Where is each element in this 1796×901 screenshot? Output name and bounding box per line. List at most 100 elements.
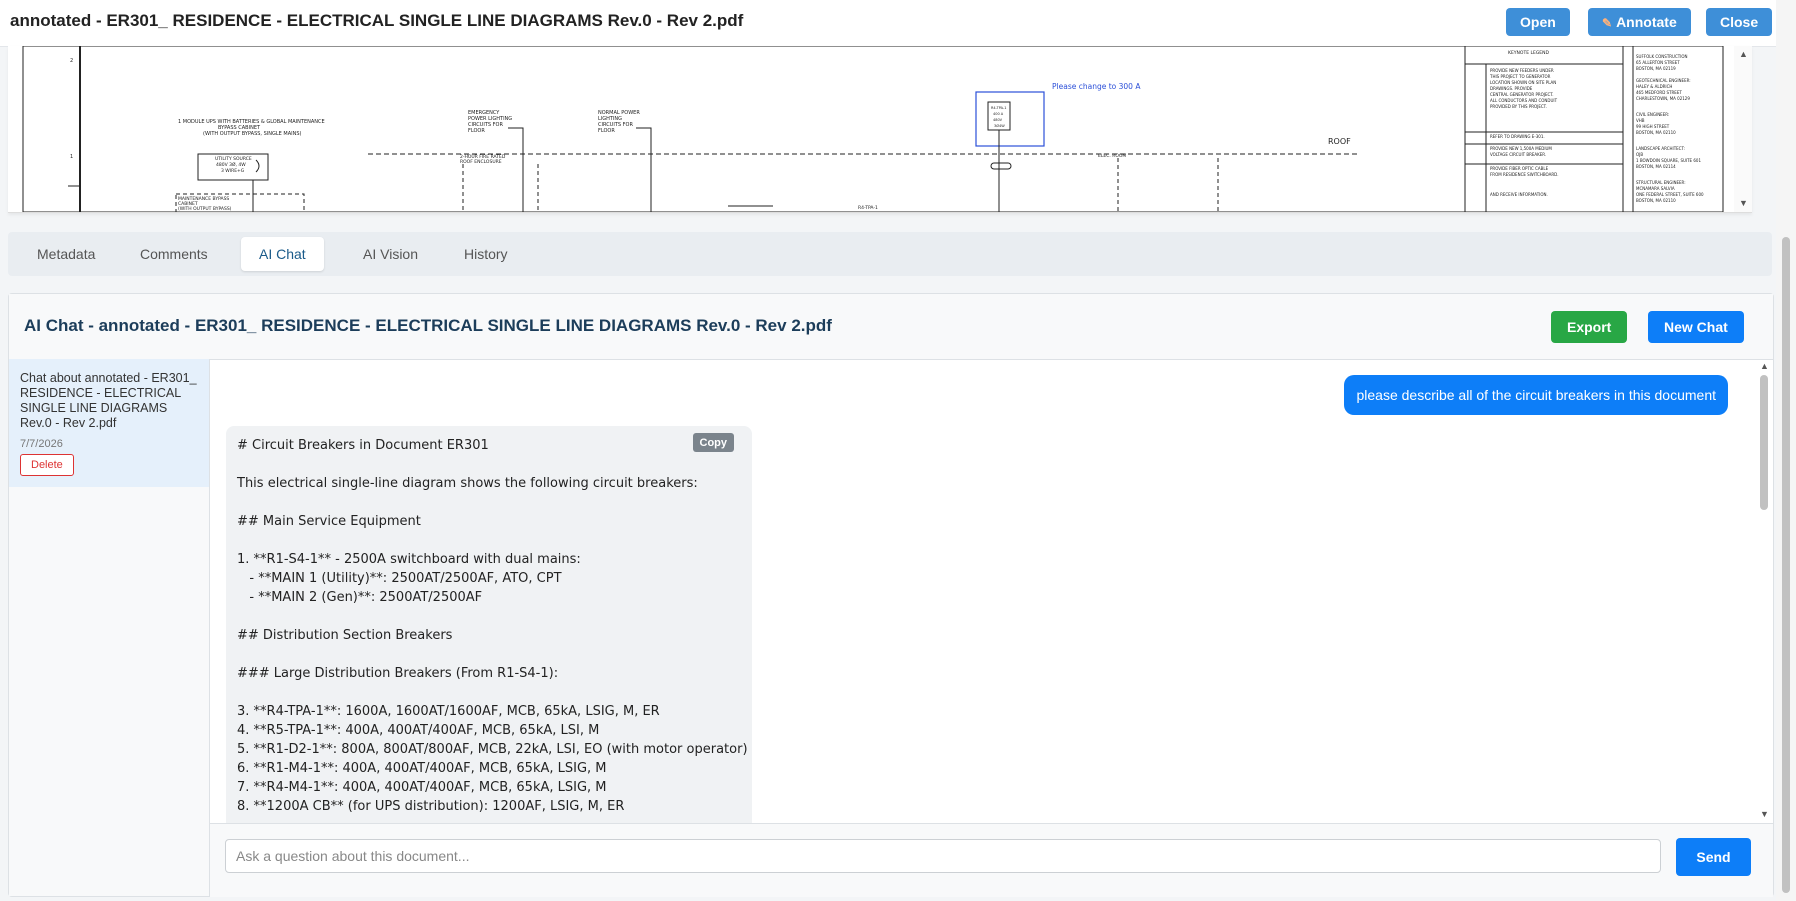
pencil-icon: ✎ [1602, 16, 1613, 30]
tab-history[interactable]: History [446, 237, 526, 271]
svg-text:65 ALLERTON STREET: 65 ALLERTON STREET [1636, 60, 1680, 65]
annotation-note: Please change to 300 A [1052, 82, 1141, 91]
svg-text:ALL CONDUCTORS AND CONDUIT: ALL CONDUCTORS AND CONDUIT [1490, 98, 1558, 103]
svg-text:ROOF ENCLOSURE: ROOF ENCLOSURE [460, 159, 502, 165]
single-line-diagram-drawing: 2 1 1 MODULE UPS WITH BATTERIES & GLOBAL… [22, 46, 1724, 212]
ai-message-line: 5. **R1-D2-1**: 800A, 800AT/800AF, MCB, … [237, 742, 748, 757]
tab-bar: Metadata Comments AI Chat AI Vision Hist… [8, 232, 1772, 276]
tab-metadata[interactable]: Metadata [19, 237, 113, 271]
ai-message-line [237, 455, 737, 474]
page-scrollbar[interactable] [1776, 0, 1796, 901]
ai-message-line [237, 607, 737, 626]
ai-message-line [237, 531, 737, 550]
ai-message-line [237, 645, 737, 664]
svg-text:AND RECEIVE INFORMATION.: AND RECEIVE INFORMATION. [1490, 192, 1548, 197]
svg-text:LOCATION SHOWN ON SITE PLAN: LOCATION SHOWN ON SITE PLAN [1490, 80, 1556, 85]
svg-text:GEOTECHNICAL ENGINEER:: GEOTECHNICAL ENGINEER: [1636, 78, 1691, 83]
preview-scrollbar[interactable]: ▲ ▼ [1734, 46, 1752, 212]
pdf-preview[interactable]: 2 1 1 MODULE UPS WITH BATTERIES & GLOBAL… [8, 46, 1752, 213]
annotate-button-label: Annotate [1616, 14, 1677, 30]
chat-session-item[interactable]: Chat about annotated - ER301_ RESIDENCE … [9, 359, 209, 487]
svg-text:PROVIDE FIBER OPTIC CABLE: PROVIDE FIBER OPTIC CABLE [1490, 166, 1549, 171]
svg-text:R4-TPA-1: R4-TPA-1 [991, 106, 1006, 110]
svg-text:CHARLESTOWN, MA 02129: CHARLESTOWN, MA 02129 [1636, 96, 1690, 101]
svg-text:FLOOR: FLOOR [468, 128, 485, 134]
svg-text:99 HIGH STREET: 99 HIGH STREET [1636, 124, 1670, 129]
chevron-down-icon[interactable]: ▼ [1739, 198, 1748, 208]
session-title: Chat about annotated - ER301_ RESIDENCE … [20, 371, 197, 430]
svg-text:ONE FEDERAL STREET, SUITE 600: ONE FEDERAL STREET, SUITE 600 [1636, 192, 1704, 197]
chat-session-sidebar: Chat about annotated - ER301_ RESIDENCE … [9, 359, 210, 896]
ai-message-line: ## Main Service Equipment [237, 514, 421, 529]
svg-text:480V: 480V [993, 118, 1003, 122]
svg-text:(WITH OUTPUT BYPASS, SINGLE MA: (WITH OUTPUT BYPASS, SINGLE MAINS) [203, 131, 302, 137]
chat-title: AI Chat - annotated - ER301_ RESIDENCE -… [24, 316, 832, 335]
close-button-label: Close [1720, 14, 1759, 30]
ai-message-line: 3. **R4-TPA-1**: 1600A, 1600AT/1600AF, M… [237, 704, 660, 719]
roof-label: ROOF [1328, 137, 1351, 146]
svg-text:HALEY & ALDRICH: HALEY & ALDRICH [1636, 84, 1672, 89]
svg-text:OJB: OJB [1636, 152, 1643, 157]
user-message: please describe all of the circuit break… [1344, 375, 1728, 415]
ai-message: Copy # Circuit Breakers in Document ER30… [226, 426, 752, 823]
chat-input-bar: Send [210, 823, 1773, 897]
svg-text:1 BOWDOIN SQUARE, SUITE 601: 1 BOWDOIN SQUARE, SUITE 601 [1636, 158, 1701, 163]
open-button[interactable]: Open [1506, 8, 1570, 36]
ai-message-line: 4. **R5-TPA-1**: 400A, 400AT/400AF, MCB,… [237, 723, 600, 738]
new-chat-button[interactable]: New Chat [1648, 311, 1744, 343]
open-button-label: Open [1520, 14, 1556, 30]
svg-text:BOSTON, MA 02114: BOSTON, MA 02114 [1636, 164, 1676, 169]
ai-message-text: # Circuit Breakers in Document ER301 This… [237, 436, 748, 816]
svg-text:UTILITY SOURCE: UTILITY SOURCE [215, 156, 252, 162]
ai-message-line: ## Distribution Section Breakers [237, 628, 453, 643]
svg-text:THIS PROJECT TO GENERATOR: THIS PROJECT TO GENERATOR [1489, 74, 1551, 79]
chat-input[interactable] [225, 839, 1661, 873]
annotate-button[interactable]: ✎ Annotate [1588, 8, 1691, 36]
chevron-up-icon[interactable]: ▲ [1739, 49, 1748, 59]
send-button[interactable]: Send [1676, 838, 1751, 876]
page-scroll-thumb[interactable] [1782, 237, 1790, 893]
message-list[interactable]: please describe all of the circuit break… [210, 359, 1755, 823]
chevron-down-icon[interactable]: ▼ [1760, 809, 1769, 819]
ai-message-line: - **MAIN 2 (Gen)**: 2500AT/2500AF [237, 590, 483, 605]
svg-text:1: 1 [70, 154, 73, 160]
svg-text:REFER TO DRAWING E-301.: REFER TO DRAWING E-301. [1490, 134, 1545, 139]
tab-comments[interactable]: Comments [122, 237, 226, 271]
svg-text:ELEC. ROOM: ELEC. ROOM [1098, 153, 1126, 159]
svg-text:VHB: VHB [1636, 118, 1645, 123]
svg-text:PROVIDE NEW 1,500A MEDIUM: PROVIDE NEW 1,500A MEDIUM [1490, 146, 1552, 151]
scroll-thumb[interactable] [1760, 375, 1768, 510]
svg-text:CIVIL ENGINEER:: CIVIL ENGINEER: [1636, 112, 1669, 117]
ai-message-line: - **MAIN 1 (Utility)**: 2500AT/2500AF, A… [237, 571, 562, 586]
svg-text:PROVIDE NEW FEEDERS UNDER: PROVIDE NEW FEEDERS UNDER [1490, 68, 1554, 73]
svg-text:BOSTON, MA 02110: BOSTON, MA 02110 [1636, 130, 1676, 135]
document-title: annotated - ER301_ RESIDENCE - ELECTRICA… [10, 11, 744, 30]
svg-text:3Ø4W: 3Ø4W [994, 123, 1005, 128]
svg-text:LANDSCAPE ARCHITECT:: LANDSCAPE ARCHITECT: [1636, 146, 1685, 151]
messages-scrollbar[interactable]: ▲ ▼ [1755, 359, 1773, 823]
document-header: annotated - ER301_ RESIDENCE - ELECTRICA… [0, 0, 1776, 47]
tab-ai-chat[interactable]: AI Chat [241, 237, 324, 271]
svg-text:SUFFOLK CONSTRUCTION: SUFFOLK CONSTRUCTION [1636, 54, 1688, 59]
svg-text:400 A: 400 A [993, 112, 1004, 116]
svg-text:CENTRAL GENERATOR PROJECT.: CENTRAL GENERATOR PROJECT. [1490, 92, 1554, 97]
chevron-up-icon[interactable]: ▲ [1760, 361, 1769, 371]
svg-text:STRUCTURAL ENGINEER:: STRUCTURAL ENGINEER: [1636, 180, 1686, 185]
svg-text:480V 3Ø, 4W: 480V 3Ø, 4W [216, 161, 246, 168]
ai-message-line [237, 493, 737, 512]
ai-message-line: 1. **R1-S4-1** - 2500A switchboard with … [237, 552, 581, 567]
ai-message-line: ### Large Distribution Breakers (From R1… [237, 666, 559, 681]
close-button[interactable]: Close [1706, 8, 1773, 36]
ai-message-line: 6. **R1-M4-1**: 400A, 400AT/400AF, MCB, … [237, 761, 607, 776]
svg-text:MCNAMARA SALVIA: MCNAMARA SALVIA [1636, 186, 1675, 191]
svg-text:DRAWINGS. PROVIDE: DRAWINGS. PROVIDE [1490, 86, 1533, 91]
ai-message-line: This electrical single-line diagram show… [237, 476, 698, 491]
export-button[interactable]: Export [1551, 311, 1628, 343]
tab-ai-vision[interactable]: AI Vision [345, 237, 436, 271]
svg-text:KEYNOTE LEGEND: KEYNOTE LEGEND [1508, 50, 1550, 56]
svg-text:BOSTON, MA 02119: BOSTON, MA 02119 [1636, 66, 1676, 71]
svg-text:VOLTAGE CIRCUIT BREAKER.: VOLTAGE CIRCUIT BREAKER. [1490, 152, 1546, 157]
ai-message-line: 8. **1200A CB** (for UPS distribution): … [237, 799, 625, 814]
svg-text:FLOOR: FLOOR [598, 128, 615, 134]
delete-session-button[interactable]: Delete [20, 454, 74, 476]
